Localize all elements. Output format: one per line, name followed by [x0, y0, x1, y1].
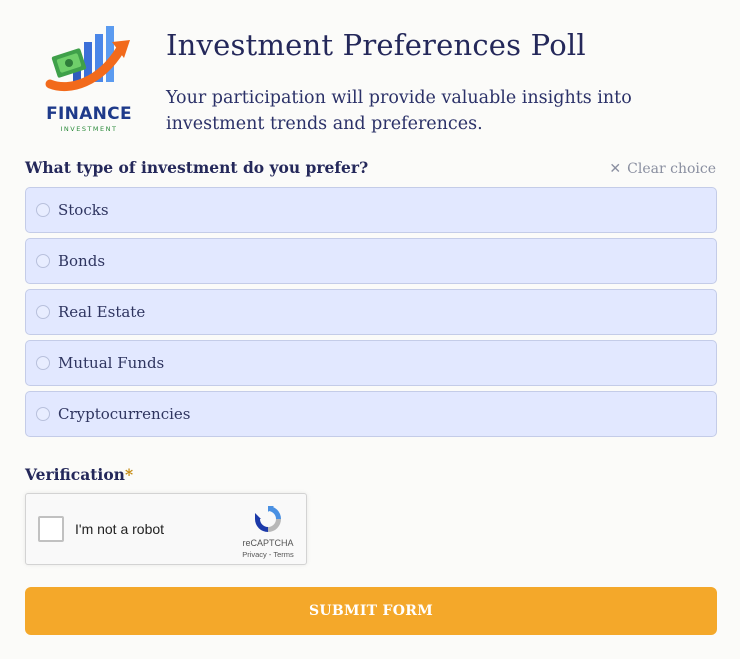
verification-text: Verification — [25, 465, 125, 484]
recaptcha-checkbox[interactable] — [38, 516, 64, 542]
radio-button[interactable] — [36, 203, 50, 217]
finance-chart-icon — [45, 26, 130, 92]
option-label: Stocks — [58, 201, 109, 219]
recaptcha-links[interactable]: Privacy - Terms — [236, 550, 300, 559]
option-bonds[interactable]: Bonds — [25, 238, 717, 284]
option-label: Bonds — [58, 252, 106, 270]
radio-button[interactable] — [36, 407, 50, 421]
logo-wordmark: FINANCE — [46, 104, 132, 124]
clear-choice-label: Clear choice — [627, 161, 716, 177]
page-subtitle: Your participation will provide valuable… — [166, 88, 632, 134]
submit-button[interactable]: SUBMIT FORM — [25, 587, 717, 635]
recaptcha-label: I'm not a robot — [75, 521, 165, 537]
option-real-estate[interactable]: Real Estate — [25, 289, 717, 335]
clear-choice-button[interactable]: ✕ Clear choice — [609, 161, 716, 177]
radio-button[interactable] — [36, 305, 50, 319]
option-mutual-funds[interactable]: Mutual Funds — [25, 340, 717, 386]
required-mark: * — [124, 465, 134, 484]
logo-tagline: INVESTMENT — [60, 125, 118, 133]
close-icon: ✕ — [609, 161, 622, 177]
option-stocks[interactable]: Stocks — [25, 187, 717, 233]
finance-logo: FINANCE INVESTMENT — [40, 22, 138, 134]
option-cryptocurrencies[interactable]: Cryptocurrencies — [25, 391, 717, 437]
option-label: Cryptocurrencies — [58, 405, 191, 423]
question-label: What type of investment do you prefer? — [25, 158, 369, 177]
verification-label: Verification* — [25, 465, 133, 484]
option-label: Mutual Funds — [58, 354, 165, 372]
page-title: Investment Preferences Poll — [166, 28, 586, 62]
option-list: Stocks Bonds Real Estate Mutual Funds Cr… — [25, 187, 717, 442]
option-label: Real Estate — [58, 303, 146, 321]
recaptcha-icon — [255, 506, 281, 532]
radio-button[interactable] — [36, 356, 50, 370]
recaptcha-brand: reCAPTCHA — [242, 538, 294, 548]
radio-button[interactable] — [36, 254, 50, 268]
recaptcha-widget: I'm not a robot reCAPTCHA Privacy - Term… — [25, 493, 307, 565]
